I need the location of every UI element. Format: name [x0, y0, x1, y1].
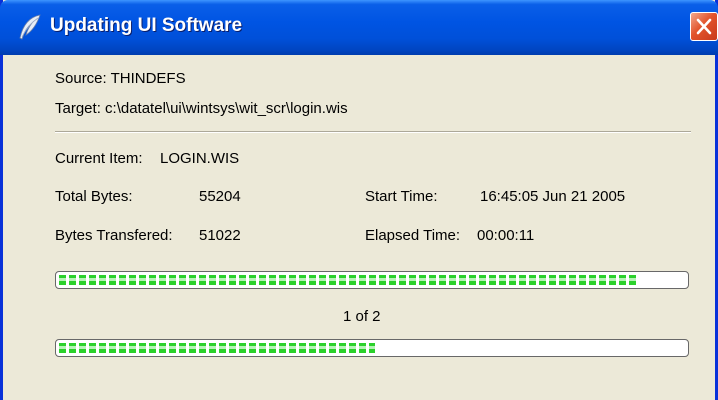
- total-bytes-value: 55204: [199, 188, 241, 205]
- feather-icon: [19, 14, 41, 40]
- separator: [55, 131, 691, 133]
- overall-progress-bar: [55, 339, 689, 357]
- item-counter: 1 of 2: [343, 308, 381, 325]
- item-progress-fill: [59, 275, 637, 285]
- source-text: Source: THINDEFS: [55, 70, 186, 87]
- close-icon: [696, 18, 712, 35]
- bytes-transfered-label: Bytes Transfered:: [55, 227, 173, 244]
- elapsed-time-label: Elapsed Time:: [365, 227, 461, 244]
- current-item-label: Current Item:: [55, 150, 143, 167]
- start-time-label: Start Time:: [365, 188, 438, 205]
- start-time-value: 16:45:05 Jun 21 2005: [480, 188, 626, 205]
- elapsed-time-value: 00:00:11: [477, 227, 535, 244]
- current-item-value: LOGIN.WIS: [160, 150, 240, 167]
- dialog-body: Source: THINDEFS Target: c:\datatel\ui\w…: [3, 55, 715, 400]
- bytes-transfered-value: 51022: [199, 227, 241, 244]
- target-text: Target: c:\datatel\ui\wintsys\wit_scr\lo…: [55, 100, 348, 117]
- title-bar[interactable]: Updating UI Software: [0, 0, 718, 55]
- overall-progress-fill: [59, 343, 375, 353]
- close-button[interactable]: [690, 12, 718, 41]
- update-dialog: Updating UI Software Source: THINDEFS Ta…: [0, 0, 718, 400]
- item-progress-bar: [55, 271, 689, 289]
- total-bytes-label: Total Bytes:: [55, 188, 133, 205]
- window-title: Updating UI Software: [50, 15, 243, 36]
